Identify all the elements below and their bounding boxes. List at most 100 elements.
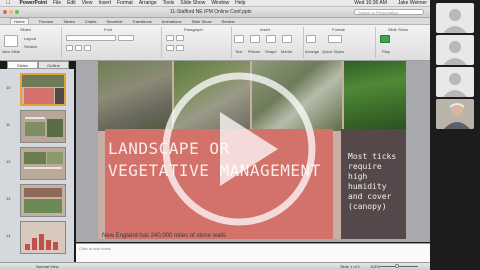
speaker-video-tile[interactable] [436,99,474,129]
text-box-button[interactable] [234,35,244,43]
tab-slides[interactable]: Slides [7,61,38,69]
tab-home[interactable]: Home [10,18,29,24]
section-button[interactable]: Section [24,44,37,49]
menu-tools[interactable]: Tools [163,0,175,6]
participant-tile[interactable] [436,67,474,97]
layout-button[interactable]: Layout [24,36,36,41]
slides-group: Slides New Slide Layout Section [0,27,62,58]
tab-tables[interactable]: Tables [63,19,75,24]
menu-edit[interactable]: Edit [67,0,76,6]
notes-pane[interactable]: Click to add notes [76,243,430,262]
slide-thumbnail[interactable] [20,110,66,143]
menu-arrange[interactable]: Arrange [139,0,157,6]
side-text-line: humidity [348,182,387,191]
mac-menubar:  PowerPoint File Edit View Insert Forma… [0,0,430,7]
picture-label: Picture [248,49,261,54]
underline-button[interactable] [84,45,91,51]
picture-button[interactable] [250,35,260,43]
slide-number: 14 [6,233,11,238]
align-center-button[interactable] [176,45,184,51]
slide-thumbnail-row[interactable]: 14 [4,219,72,255]
group-label-insert: Insert [260,27,271,32]
search-field[interactable]: Search in Presentation [354,9,424,15]
person-placeholder-icon [443,73,467,97]
side-text-line: Most ticks [348,152,397,161]
new-slide-button[interactable] [4,35,18,47]
zoom-slider-knob[interactable] [395,264,399,268]
play-icon[interactable] [160,70,318,228]
quick-styles-button[interactable] [328,35,342,43]
bullets-button[interactable] [166,35,174,41]
minimize-window-button[interactable] [9,10,13,14]
tab-themes[interactable]: Themes [39,19,53,24]
arrange-label: Arrange [305,49,320,54]
font-group: Font [62,27,162,58]
font-name-select[interactable] [66,35,116,41]
app-menu[interactable]: PowerPoint [20,0,48,6]
user-name[interactable]: Jake Weimer [398,0,427,6]
group-label-format: Format [332,27,345,32]
side-text-line: (canopy) [348,202,387,211]
slide-thumbnail-pane[interactable]: 10 11 12 13 14 [0,69,74,264]
shape-label: Shape [265,49,277,54]
clock: Wed 10:36 AM [354,0,387,6]
participant-tile[interactable] [436,35,474,65]
numbering-button[interactable] [176,35,184,41]
slide-subtitle[interactable]: New England has 240,000 miles of stone w… [102,233,322,239]
tab-transitions[interactable]: Transitions [132,19,151,24]
shape-button[interactable] [266,35,276,43]
font-size-select[interactable] [118,35,134,41]
slide-thumbnail-row[interactable]: 13 [4,182,72,218]
tab-slide-show[interactable]: Slide Show [191,19,211,24]
menu-help[interactable]: Help [235,0,245,6]
tab-outline[interactable]: Outline [38,61,69,69]
window-titlebar: 11-Stafford NE IPM Online Conf.pptx Sear… [0,7,430,18]
slide-count: Slide 1 of 1 [340,264,361,269]
media-button[interactable] [282,35,292,43]
speaker-video-icon [436,99,474,129]
notes-placeholder: Click to add notes [79,246,111,251]
menu-slide-show[interactable]: Slide Show [180,0,205,6]
foliage-photo[interactable] [344,61,406,131]
slide-thumbnail-row[interactable]: 12 [4,145,72,181]
play-label: Play [382,49,390,54]
media-label: Media [281,49,292,54]
status-bar: Normal View Slide 1 of 1 113% [0,262,430,270]
side-text-box[interactable]: Most ticks require high humidity and cov… [348,152,404,212]
bold-button[interactable] [66,45,73,51]
slide-number: 12 [6,159,11,164]
apple-icon[interactable]:  [6,0,11,6]
arrange-button[interactable] [306,35,316,43]
slide-show-group: Slide Show Play [376,27,430,58]
zoom-window-button[interactable] [15,10,19,14]
tab-charts[interactable]: Charts [85,19,97,24]
play-slide-show-button[interactable] [380,35,390,43]
close-window-button[interactable] [3,10,7,14]
paragraph-group: Paragraph [162,27,232,58]
view-mode[interactable]: Normal View [36,264,59,269]
zoom-slider[interactable] [380,266,418,267]
participant-tile[interactable] [436,3,474,33]
slide-thumbnail[interactable] [20,184,66,217]
tab-smartart[interactable]: SmartArt [106,19,122,24]
side-text-line: require [348,162,382,171]
slide-thumbnail-row[interactable]: 10 [4,71,72,107]
side-text-line: and cover [348,192,392,201]
participant-panel [430,0,480,270]
tab-animations[interactable]: Animations [162,19,182,24]
menu-insert[interactable]: Insert [98,0,111,6]
slide-thumbnail[interactable] [20,147,66,180]
menu-view[interactable]: View [82,0,93,6]
slide-number: 13 [6,196,11,201]
slide-thumbnail-row[interactable]: 11 [4,108,72,144]
text-label: Text [235,49,243,54]
slide-thumbnail[interactable] [20,221,66,254]
align-left-button[interactable] [166,45,174,51]
menu-file[interactable]: File [53,0,61,6]
menu-format[interactable]: Format [117,0,133,6]
menu-window[interactable]: Window [211,0,229,6]
group-label-slide-show: Slide Show [388,27,409,32]
italic-button[interactable] [75,45,82,51]
slide-thumbnail[interactable] [20,73,66,106]
tab-review[interactable]: Review [221,19,234,24]
